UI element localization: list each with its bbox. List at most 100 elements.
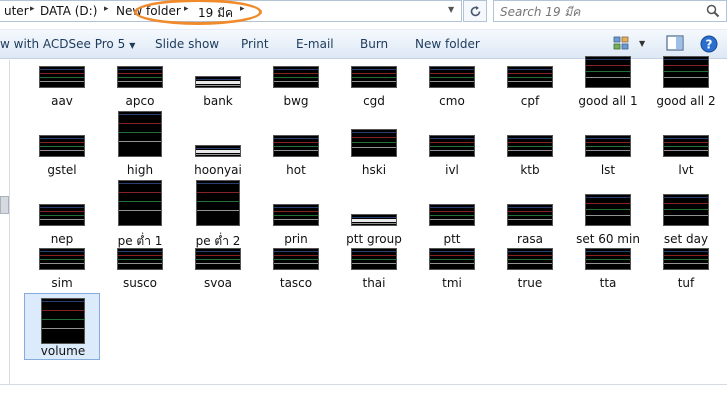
- print-button[interactable]: Print: [241, 37, 269, 51]
- slide-show-button[interactable]: Slide show: [155, 37, 219, 51]
- file-item[interactable]: ptt group: [336, 214, 412, 250]
- thumbnail-detail: [664, 255, 708, 256]
- file-name: lst: [600, 163, 616, 177]
- thumbnail-detail: [664, 259, 708, 260]
- thumbnail-detail: [664, 146, 708, 147]
- file-thumbnail: [39, 204, 85, 226]
- file-item[interactable]: nep: [24, 204, 100, 250]
- file-item[interactable]: prin: [258, 204, 334, 250]
- new-folder-button[interactable]: New folder: [415, 37, 480, 51]
- file-item[interactable]: apco: [102, 66, 178, 112]
- email-button[interactable]: E-mail: [296, 37, 334, 51]
- file-item[interactable]: bwg: [258, 66, 334, 112]
- help-button[interactable]: ?: [700, 35, 720, 53]
- breadcrumb-separator[interactable]: ▸: [240, 4, 245, 14]
- thumbnail-detail: [40, 207, 84, 208]
- file-name: susco: [122, 276, 158, 290]
- file-item[interactable]: susco: [102, 248, 178, 294]
- file-thumbnail: [351, 248, 397, 270]
- file-item[interactable]: rasa: [492, 204, 568, 250]
- breadcrumb-separator[interactable]: ▸: [184, 4, 189, 14]
- file-item[interactable]: ivl: [414, 135, 490, 181]
- file-item[interactable]: cpf: [492, 66, 568, 112]
- file-item[interactable]: set 60 min: [570, 194, 646, 250]
- file-item[interactable]: bank: [180, 76, 256, 112]
- file-thumbnail: [507, 66, 553, 88]
- file-item[interactable]: aav: [24, 66, 100, 112]
- file-item[interactable]: hski: [336, 129, 412, 181]
- file-item[interactable]: gstel: [24, 135, 100, 181]
- file-item[interactable]: lst: [570, 135, 646, 181]
- breadcrumb-new-folder[interactable]: New folder: [116, 4, 181, 18]
- thumbnail-detail: [40, 146, 84, 147]
- file-item[interactable]: hot: [258, 135, 334, 181]
- file-item[interactable]: lvt: [648, 135, 724, 181]
- search-field[interactable]: [493, 0, 727, 22]
- change-view-button[interactable]: [613, 35, 633, 53]
- details-pane: [0, 384, 727, 409]
- thumbnail-detail: [274, 69, 318, 70]
- file-item[interactable]: true: [492, 248, 568, 294]
- file-item[interactable]: good all 1: [570, 56, 646, 112]
- breadcrumb-separator[interactable]: ▸: [104, 4, 109, 14]
- thumbnail-detail: [40, 73, 84, 74]
- thumbnail-detail: [664, 71, 708, 72]
- file-item[interactable]: tta: [570, 248, 646, 294]
- thumbnail-detail: [197, 192, 239, 193]
- file-thumbnail: [507, 135, 553, 157]
- thumbnail-detail: [196, 255, 240, 256]
- refresh-button[interactable]: [463, 0, 487, 22]
- search-input[interactable]: [500, 4, 690, 19]
- file-name: set day: [663, 232, 709, 246]
- file-item[interactable]: tmi: [414, 248, 490, 294]
- file-name: tuf: [677, 276, 695, 290]
- file-thumbnail: [585, 248, 631, 270]
- search-icon[interactable]: [706, 4, 720, 18]
- breadcrumb-data-drive[interactable]: DATA (D:): [40, 4, 97, 18]
- preview-pane-button[interactable]: [666, 35, 686, 53]
- file-item[interactable]: ptt: [414, 204, 490, 250]
- file-item[interactable]: volume: [24, 293, 100, 360]
- address-bar[interactable]: uter ▸ DATA (D:) ▸ New folder ▸ 19 มีค ▸…: [0, 0, 462, 22]
- view-dropdown-icon[interactable]: ▼: [639, 39, 645, 48]
- thumbnail-detail: [40, 215, 84, 216]
- file-thumbnail: [196, 180, 240, 226]
- open-with-button[interactable]: w with ACDSee Pro 5 ▼: [0, 37, 135, 51]
- file-item[interactable]: thai: [336, 248, 412, 294]
- breadcrumb-current-folder[interactable]: 19 มีค: [198, 4, 233, 23]
- file-item[interactable]: cgd: [336, 66, 412, 112]
- file-item[interactable]: pe ต่ำ 1: [102, 180, 178, 250]
- thumbnail-detail: [40, 259, 84, 260]
- breadcrumb-computer[interactable]: uter: [4, 4, 29, 18]
- thumbnail-detail: [352, 259, 396, 260]
- address-dropdown-icon[interactable]: ▼: [448, 5, 454, 14]
- file-item[interactable]: hoonyai: [180, 145, 256, 181]
- thumbnail-detail: [274, 146, 318, 147]
- file-name: ptt: [443, 232, 461, 246]
- file-name: good all 2: [656, 94, 716, 108]
- file-item[interactable]: tuf: [648, 248, 724, 294]
- thumbnail-detail: [40, 251, 84, 252]
- thumbnail-detail: [586, 209, 630, 210]
- thumbnail-detail: [119, 210, 161, 211]
- file-item[interactable]: cmo: [414, 66, 490, 112]
- thumbnail-detail: [586, 263, 630, 264]
- file-thumbnail: [663, 135, 709, 157]
- file-item[interactable]: ktb: [492, 135, 568, 181]
- burn-button[interactable]: Burn: [360, 37, 388, 51]
- thumbnail-detail: [40, 263, 84, 264]
- thumbnail-detail: [274, 215, 318, 216]
- file-item[interactable]: sim: [24, 248, 100, 294]
- breadcrumb-separator[interactable]: ▸: [30, 4, 35, 14]
- file-name: cpf: [520, 94, 540, 108]
- file-item[interactable]: set day: [648, 194, 724, 250]
- thumbnail-detail: [508, 138, 552, 139]
- file-item[interactable]: svoa: [180, 248, 256, 294]
- file-item[interactable]: tasco: [258, 248, 334, 294]
- file-item[interactable]: good all 2: [648, 56, 724, 112]
- thumbnail-detail: [664, 263, 708, 264]
- scrollbar-thumb[interactable]: [0, 196, 9, 214]
- file-item[interactable]: pe ต่ำ 2: [180, 180, 256, 250]
- file-item[interactable]: high: [102, 111, 178, 181]
- thumbnail-detail: [40, 77, 84, 78]
